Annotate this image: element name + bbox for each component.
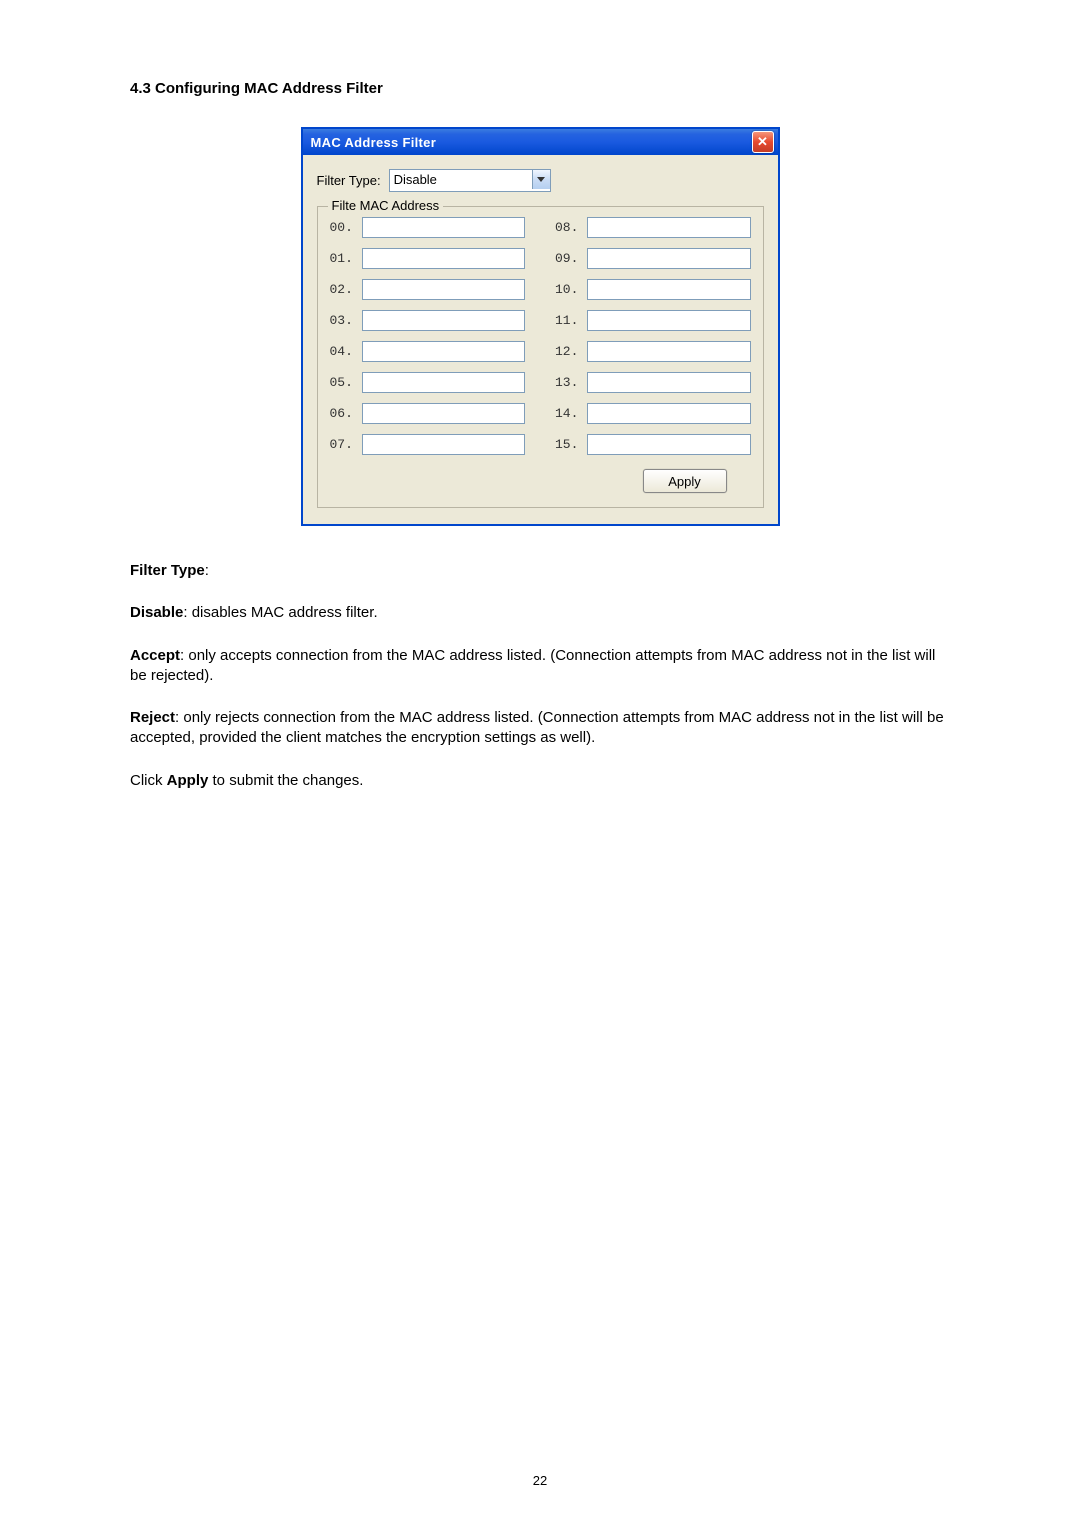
reject-paragraph: Reject: only rejects connection from the… [130, 708, 950, 749]
mac-input-14[interactable] [587, 403, 751, 424]
mac-label: 06. [330, 406, 362, 421]
mac-label: 05. [330, 375, 362, 390]
mac-input-15[interactable] [587, 434, 751, 455]
mac-input-04[interactable] [362, 341, 526, 362]
mac-input-13[interactable] [587, 372, 751, 393]
close-icon: ✕ [757, 134, 768, 150]
mac-label: 11. [555, 313, 587, 328]
filter-type-label: Filter Type: [317, 173, 381, 188]
mac-input-09[interactable] [587, 248, 751, 269]
mac-label: 09. [555, 251, 587, 266]
accept-paragraph: Accept: only accepts connection from the… [130, 646, 950, 687]
titlebar: MAC Address Filter ✕ [303, 129, 778, 155]
section-heading: 4.3 Configuring MAC Address Filter [130, 80, 950, 97]
mac-input-08[interactable] [587, 217, 751, 238]
mac-input-11[interactable] [587, 310, 751, 331]
mac-label: 03. [330, 313, 362, 328]
apply-paragraph: Click Apply to submit the changes. [130, 771, 950, 791]
mac-input-00[interactable] [362, 217, 526, 238]
mac-label: 00. [330, 220, 362, 235]
mac-input-10[interactable] [587, 279, 751, 300]
close-button[interactable]: ✕ [752, 131, 774, 153]
mac-label: 12. [555, 344, 587, 359]
mac-label: 10. [555, 282, 587, 297]
mac-input-02[interactable] [362, 279, 526, 300]
mac-address-fieldset: Filte MAC Address 00. 08. 01. 09. 02. 10… [317, 206, 764, 508]
mac-label: 08. [555, 220, 587, 235]
filter-type-select[interactable]: Disable [389, 169, 551, 192]
page-number: 22 [0, 1473, 1080, 1488]
mac-label: 15. [555, 437, 587, 452]
filter-type-paragraph: Filter Type: [130, 561, 950, 581]
apply-button[interactable]: Apply [643, 469, 727, 493]
mac-label: 07. [330, 437, 362, 452]
mac-input-07[interactable] [362, 434, 526, 455]
mac-label: 04. [330, 344, 362, 359]
mac-input-06[interactable] [362, 403, 526, 424]
mac-input-12[interactable] [587, 341, 751, 362]
mac-input-03[interactable] [362, 310, 526, 331]
mac-input-05[interactable] [362, 372, 526, 393]
mac-label: 01. [330, 251, 362, 266]
mac-label: 13. [555, 375, 587, 390]
dialog-title: MAC Address Filter [311, 135, 437, 150]
mac-filter-dialog: MAC Address Filter ✕ Filter Type: Disabl… [301, 127, 780, 526]
filter-type-value: Disable [394, 172, 437, 187]
mac-label: 14. [555, 406, 587, 421]
fieldset-legend: Filte MAC Address [328, 198, 444, 213]
chevron-down-icon [532, 170, 550, 189]
mac-input-01[interactable] [362, 248, 526, 269]
disable-paragraph: Disable: disables MAC address filter. [130, 603, 950, 623]
mac-label: 02. [330, 282, 362, 297]
